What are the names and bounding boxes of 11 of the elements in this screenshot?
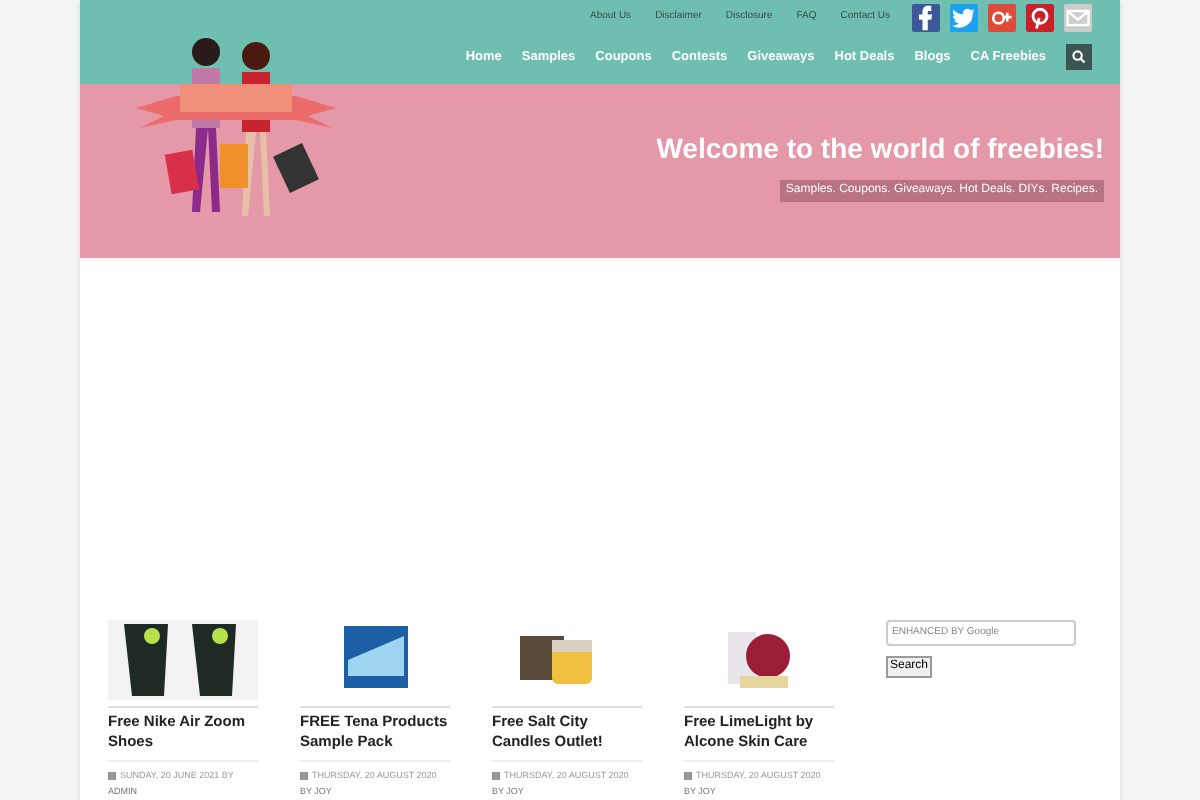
calendar-icon [300, 771, 308, 779]
facebook-icon[interactable] [912, 4, 940, 32]
pinterest-icon[interactable] [1026, 4, 1054, 32]
twitter-icon[interactable] [950, 4, 978, 32]
banner-title: Welcome to the world of freebies! [656, 130, 1104, 169]
googleplus-icon[interactable] [988, 4, 1016, 32]
search-button[interactable] [1066, 44, 1092, 70]
calendar-icon [492, 771, 500, 779]
calendar-icon [684, 771, 692, 779]
calendar-icon [108, 771, 116, 779]
search-icon [1072, 50, 1086, 64]
